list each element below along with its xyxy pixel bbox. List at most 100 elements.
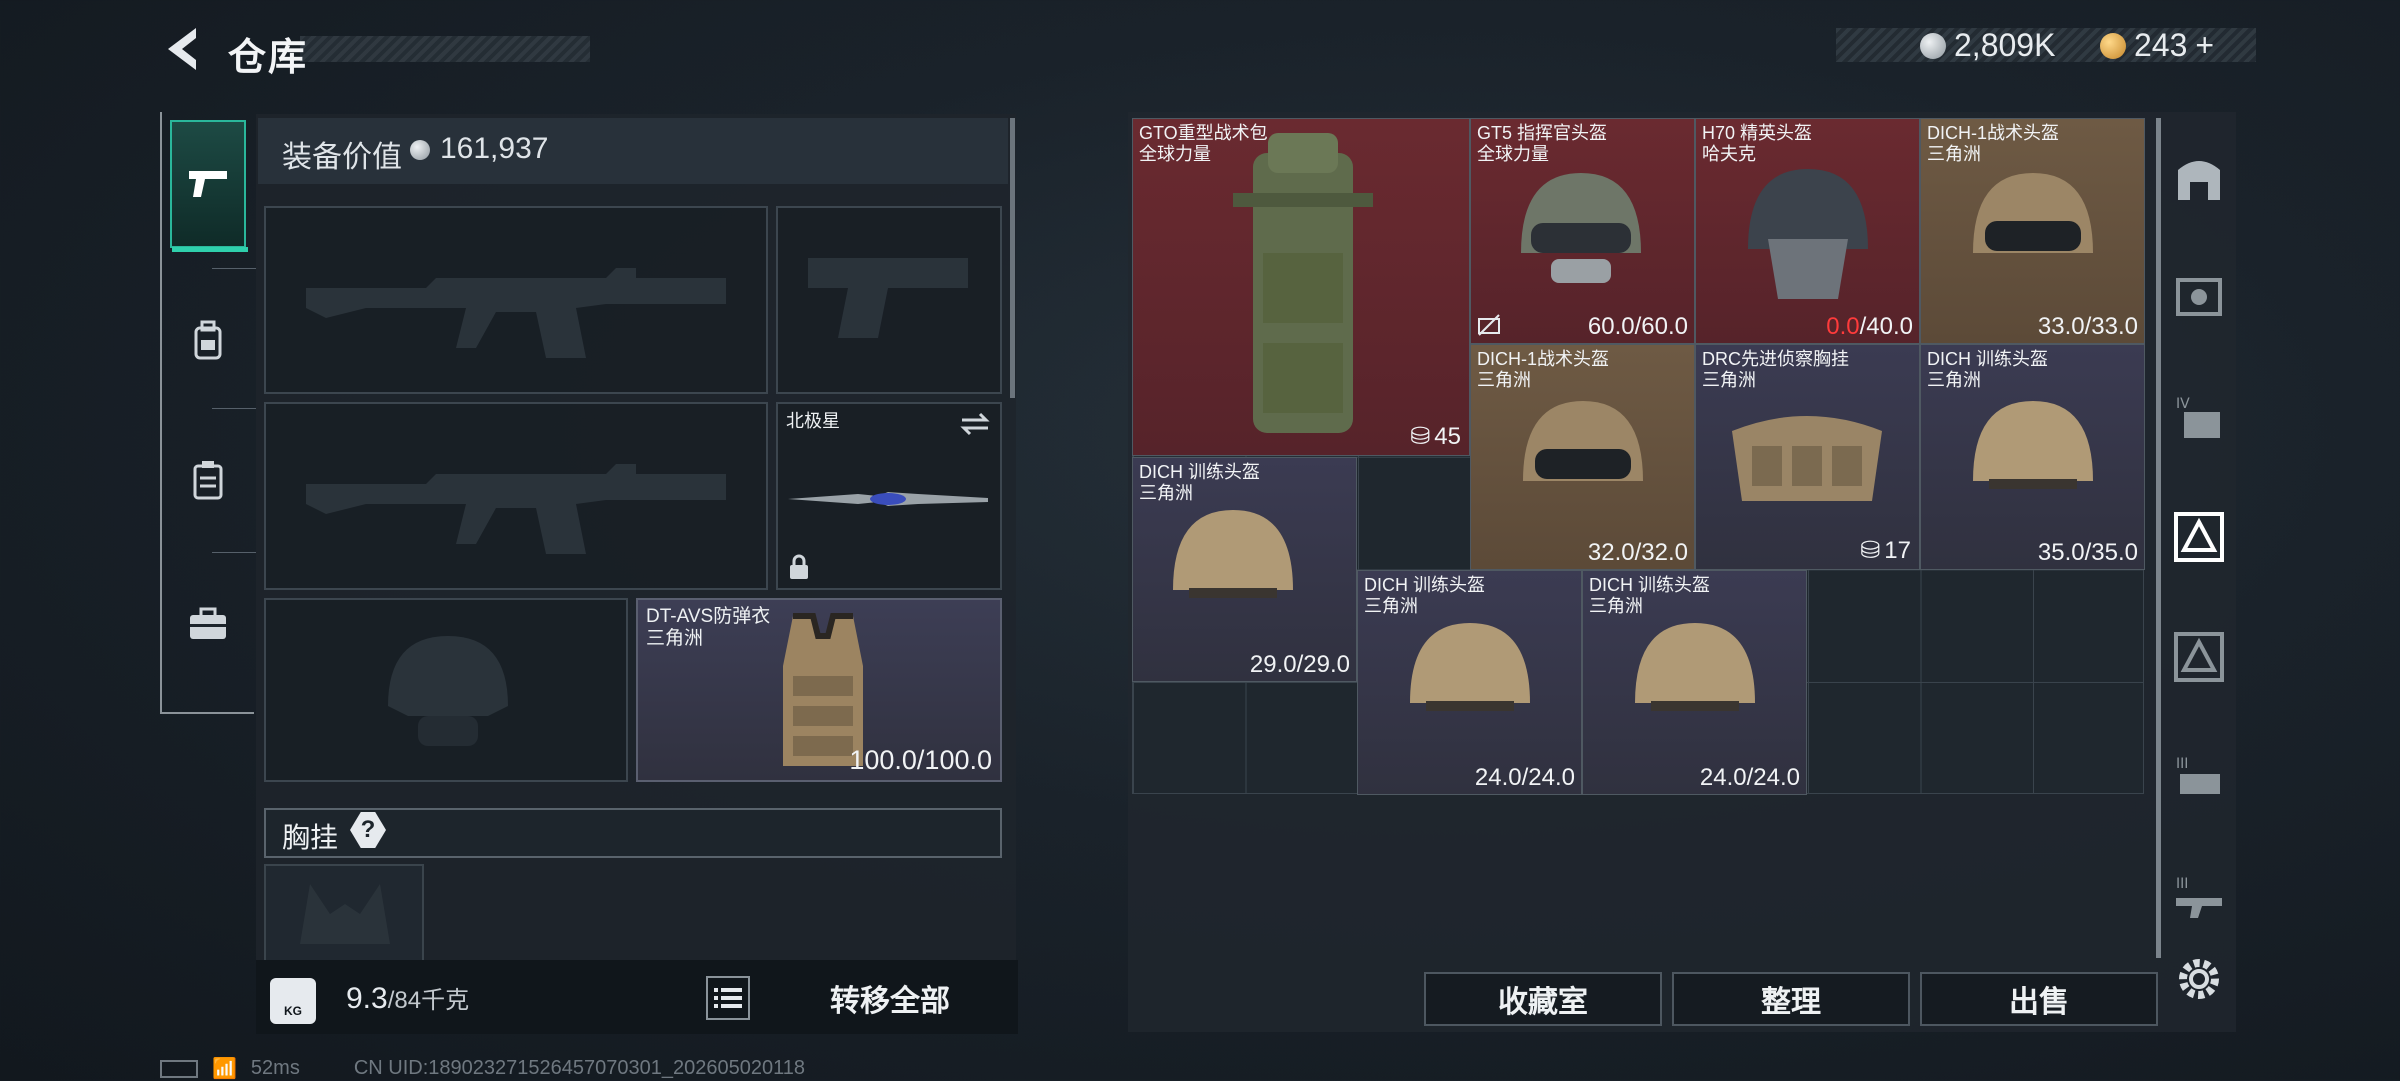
- no-repair-icon: [1478, 314, 1500, 336]
- helmet-icon: [1973, 173, 2093, 253]
- list-icon: [714, 988, 742, 1008]
- tier-3-weapon-filter-icon[interactable]: III: [2172, 870, 2226, 924]
- item-name: GTO重型战术包: [1139, 123, 1268, 143]
- silver-amount: 2,809K: [1954, 27, 2056, 63]
- item-maker: 三角洲: [1364, 596, 1418, 616]
- tier-4-filter-icon[interactable]: IV: [2172, 390, 2226, 444]
- inventory-item[interactable]: GTO重型战术包 全球力量 ⛁ 45: [1132, 118, 1470, 456]
- weight-max: /84千克: [387, 987, 470, 1014]
- safebox-icon[interactable]: [2172, 152, 2226, 206]
- tier-3-filter-icon[interactable]: III: [2172, 750, 2226, 804]
- item-durability: 35.0/35.0: [2037, 539, 2138, 566]
- item-maker: 三角洲: [1702, 370, 1756, 390]
- silver-coin-icon: [1920, 32, 1946, 59]
- melee-slot[interactable]: 北极星: [776, 402, 1002, 590]
- equipment-scrollbar[interactable]: [1010, 118, 1015, 398]
- settings-gear-icon[interactable]: [2172, 952, 2226, 1006]
- item-durability: 24.0/24.0: [1699, 764, 1800, 791]
- pistol-icon: [189, 171, 227, 197]
- helmet-icon: [1523, 401, 1643, 481]
- item-maker: 三角洲: [1927, 370, 1981, 390]
- lens-case-icon[interactable]: [2172, 270, 2226, 324]
- list-view-button[interactable]: [706, 976, 750, 1020]
- add-currency-button[interactable]: +: [2195, 27, 2214, 64]
- battery-icon: [160, 1059, 198, 1078]
- inventory-scrollbar[interactable]: [2156, 118, 2161, 958]
- helmet-icon: [1748, 169, 1868, 299]
- helmet-icon: [1973, 401, 2093, 489]
- tab-toolbox[interactable]: [170, 560, 246, 688]
- melee-name: 北极星: [786, 411, 840, 431]
- tab-backpack[interactable]: [170, 276, 246, 404]
- inventory-item[interactable]: DRC先进侦察胸挂 三角洲 ⛁ 17: [1695, 344, 1920, 570]
- inventory-item[interactable]: DICH 训练头盔 三角洲 24.0/24.0: [1357, 570, 1582, 795]
- svg-text:III: III: [2176, 876, 2188, 892]
- inventory-item[interactable]: DICH-1战术头盔 三角洲 33.0/33.0: [1920, 118, 2145, 344]
- tier-filter-active-icon[interactable]: [2172, 510, 2226, 564]
- sidearm-slot[interactable]: [776, 206, 1002, 394]
- sell-button[interactable]: 出售: [1920, 972, 2158, 1026]
- item-maker: 三角洲: [1139, 483, 1193, 503]
- toolbox-icon: [190, 607, 226, 639]
- helmet-icon: [1635, 623, 1755, 711]
- gold-coin-icon: [2100, 32, 2126, 59]
- rifle-silhouette-icon: [306, 464, 726, 554]
- item-count: 17: [1884, 536, 1911, 564]
- item-count: 45: [1434, 422, 1461, 450]
- tab-divider: [212, 268, 256, 269]
- item-name: DICH-1战术头盔: [1477, 349, 1610, 369]
- item-durability: 60.0/60.0: [1587, 313, 1688, 340]
- tab-divider: [212, 552, 256, 553]
- item-durability: 0.0/40.0: [1826, 313, 1913, 341]
- tab-locker[interactable]: [170, 416, 246, 544]
- item-maker: 三角洲: [1927, 144, 1981, 164]
- item-maker: 三角洲: [1589, 596, 1643, 616]
- sort-button[interactable]: 整理: [1672, 972, 1910, 1026]
- transfer-all-button[interactable]: 转移全部: [790, 976, 990, 1020]
- secondary-weapon-slot[interactable]: [264, 402, 768, 590]
- helmet-slot[interactable]: [264, 598, 628, 782]
- armor-name: DT-AVS防弹衣: [646, 606, 771, 627]
- wifi-icon: 📶: [212, 1058, 237, 1080]
- inventory-item[interactable]: DICH 训练头盔 三角洲 24.0/24.0: [1582, 570, 1807, 795]
- inventory-item[interactable]: DICH-1战术头盔 三角洲 32.0/32.0: [1470, 344, 1695, 570]
- item-name: GT5 指挥官头盔: [1477, 123, 1608, 143]
- gold-amount: 243: [2134, 27, 2188, 63]
- status-bar: 📶 52ms CN UID:18902327152645707030​1_202…: [160, 1056, 805, 1081]
- item-durability: 24.0/24.0: [1474, 764, 1575, 791]
- silver-coin-icon: [410, 140, 430, 160]
- item-name: DICH-1战术头盔: [1927, 123, 2060, 143]
- weight-plate-icon: ⛁: [1410, 423, 1431, 450]
- inventory-item[interactable]: DICH 训练头盔 三角洲 35.0/35.0: [1920, 344, 2145, 570]
- helmet-icon: [1521, 173, 1641, 283]
- item-maker: 哈夫克: [1702, 144, 1756, 164]
- item-durability-max: /40.0: [1859, 313, 1913, 340]
- gold-currency: 243 +: [2100, 27, 2214, 64]
- svg-text:IV: IV: [2176, 396, 2190, 412]
- collection-room-button[interactable]: 收藏室: [1424, 972, 1662, 1026]
- backpack-icon: [194, 320, 222, 360]
- tab-weapons[interactable]: [170, 120, 248, 252]
- inventory-item[interactable]: DICH 训练头盔 三角洲 29.0/29.0: [1132, 457, 1357, 682]
- knife-icon: [788, 492, 988, 506]
- tier-filter-icon[interactable]: [2172, 630, 2226, 684]
- item-durability: 32.0/32.0: [1587, 539, 1688, 566]
- item-maker: 全球力量: [1477, 144, 1549, 164]
- swap-icon[interactable]: [960, 412, 990, 436]
- inventory-item[interactable]: H70 精英头盔 哈夫克 0.0/40.0: [1695, 118, 1920, 344]
- inventory-item[interactable]: GT5 指挥官头盔 全球力量 60.0/60.0: [1470, 118, 1695, 344]
- primary-weapon-slot[interactable]: [264, 206, 768, 394]
- item-name: DICH 训练头盔: [1139, 462, 1260, 482]
- back-button[interactable]: [158, 22, 208, 76]
- chest-rig-slot[interactable]: [264, 864, 424, 964]
- item-durability-current: 0.0: [1826, 313, 1860, 340]
- item-durability: 33.0/33.0: [2037, 313, 2138, 340]
- armor-slot[interactable]: DT-AVS防弹衣 三角洲 100.0/100.0: [636, 598, 1002, 782]
- weight-current: 9.3: [346, 982, 388, 1015]
- item-maker: 全球力量: [1139, 144, 1211, 164]
- item-name: DICH 训练头盔: [1927, 349, 2048, 369]
- category-tabs: [160, 112, 256, 714]
- chest-rig-silhouette-icon: [300, 884, 390, 944]
- weight-icon: KG: [270, 978, 316, 1024]
- active-tab-indicator: [172, 247, 248, 252]
